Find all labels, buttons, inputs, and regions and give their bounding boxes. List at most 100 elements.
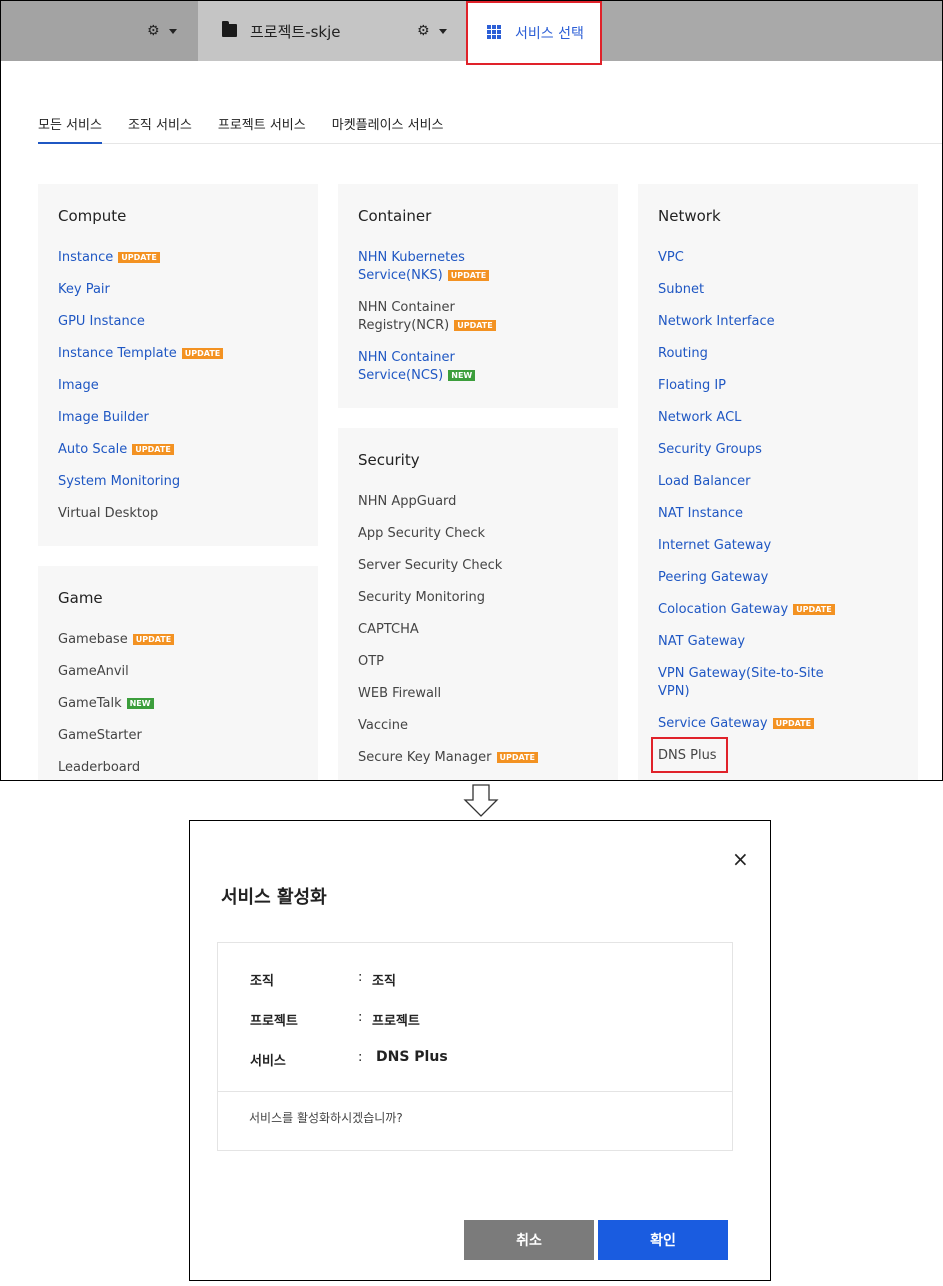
service-link[interactable]: Subnet: [658, 281, 704, 299]
divider: [218, 1091, 732, 1092]
service-link[interactable]: Auto Scale UPDATE: [58, 441, 174, 459]
new-badge: NEW: [448, 370, 476, 381]
update-badge: UPDATE: [132, 444, 174, 455]
top-navigation-bar: ⚙ 프로젝트-skje ⚙ 서비스 선택: [1, 1, 942, 65]
dns-plus-highlight: [651, 737, 728, 773]
card-title: Container: [358, 207, 432, 225]
service-link[interactable]: GameTalk NEW: [58, 695, 154, 713]
service-link[interactable]: Service Gateway UPDATE: [658, 715, 815, 733]
service-link[interactable]: NHN AppGuard: [358, 493, 456, 511]
cancel-button[interactable]: 취소: [464, 1220, 594, 1260]
service-link[interactable]: VPC: [658, 249, 684, 267]
service-link[interactable]: Peering Gateway: [658, 569, 768, 587]
card-title: Network: [658, 207, 721, 225]
service-link[interactable]: VPN Gateway(Site-to-Site VPN): [658, 665, 824, 701]
update-badge: UPDATE: [181, 348, 224, 359]
org-label: 조직: [250, 974, 274, 989]
card-title: Security: [358, 451, 420, 469]
org-settings-dropdown[interactable]: ⚙: [147, 22, 177, 40]
caret-down-icon: [168, 28, 177, 34]
new-badge: NEW: [126, 698, 154, 709]
service-link[interactable]: Floating IP: [658, 377, 726, 395]
service-link[interactable]: Vaccine: [358, 717, 408, 735]
service-link[interactable]: Security Monitoring: [358, 589, 485, 607]
update-badge: UPDATE: [447, 270, 490, 281]
update-badge: UPDATE: [118, 252, 160, 263]
activate-service-dialog: × 서비스 활성화 조직 : 조직 프로젝트 : 프로젝트 서비스 : DNS …: [189, 820, 771, 1281]
project-settings-dropdown[interactable]: ⚙: [417, 22, 447, 40]
close-icon[interactable]: ×: [732, 849, 749, 869]
service-link[interactable]: System Monitoring: [58, 473, 180, 491]
service-link[interactable]: Network Interface: [658, 313, 775, 331]
service-link[interactable]: Secure Key Manager UPDATE: [358, 749, 539, 767]
project-label: 프로젝트: [250, 1014, 298, 1029]
service-select-label: 서비스 선택: [515, 26, 584, 42]
service-link[interactable]: Load Balancer: [658, 473, 751, 491]
service-link[interactable]: Key Pair: [58, 281, 110, 299]
project-name: 프로젝트-skje: [250, 23, 341, 41]
project-value: 프로젝트: [372, 1014, 420, 1029]
service-link[interactable]: GameStarter: [58, 727, 142, 745]
colon: :: [358, 1010, 363, 1025]
service-link[interactable]: Server Security Check: [358, 557, 502, 575]
service-link[interactable]: Security Groups: [658, 441, 762, 459]
compute-card: Compute Instance UPDATE Key Pair GPU Inst…: [38, 184, 318, 546]
service-label: 서비스: [250, 1054, 286, 1069]
colon: :: [358, 970, 363, 985]
update-badge: UPDATE: [496, 752, 539, 763]
service-link[interactable]: Image Builder: [58, 409, 149, 427]
service-link[interactable]: Network ACL: [658, 409, 741, 427]
service-link[interactable]: Gamebase UPDATE: [58, 631, 175, 649]
gear-icon: ⚙: [147, 23, 160, 39]
service-link[interactable]: NHN Container Service(NCS) NEW: [358, 349, 476, 385]
service-select-tab[interactable]: 서비스 선택: [466, 1, 602, 65]
service-link[interactable]: Instance Template UPDATE: [58, 345, 224, 363]
service-link[interactable]: WEB Firewall: [358, 685, 441, 703]
org-value: 조직: [372, 974, 396, 989]
service-link[interactable]: GameAnvil: [58, 663, 129, 681]
security-card: Security NHN AppGuard App Security Check…: [338, 428, 618, 780]
down-arrow-icon: [463, 784, 499, 817]
service-link[interactable]: NHN Kubernetes Service(NKS) UPDATE: [358, 249, 490, 285]
service-value: DNS Plus: [376, 1049, 448, 1065]
update-badge: UPDATE: [132, 634, 175, 645]
service-link[interactable]: OTP: [358, 653, 384, 671]
card-title: Game: [58, 589, 103, 607]
gear-icon: ⚙: [417, 23, 430, 39]
service-link[interactable]: CAPTCHA: [358, 621, 419, 639]
update-badge: UPDATE: [454, 320, 496, 331]
container-card: Container NHN Kubernetes Service(NKS) UPD…: [338, 184, 618, 408]
service-link[interactable]: Leaderboard: [58, 759, 140, 777]
caret-down-icon: [438, 28, 447, 34]
service-link[interactable]: GPU Instance: [58, 313, 145, 331]
project-segment[interactable]: 프로젝트-skje ⚙: [198, 1, 466, 61]
confirm-question: 서비스를 활성화하시겠습니까?: [249, 1111, 403, 1125]
tab-project-services[interactable]: 프로젝트 서비스: [218, 111, 306, 144]
game-card: Game Gamebase UPDATE GameAnvil GameTalk NE…: [38, 566, 318, 780]
grid-icon: [487, 25, 501, 39]
service-link[interactable]: NAT Instance: [658, 505, 743, 523]
tab-all-services[interactable]: 모든 서비스: [38, 111, 102, 144]
service-link[interactable]: Internet Gateway: [658, 537, 771, 555]
folder-icon: [222, 21, 237, 37]
service-link[interactable]: NAT Gateway: [658, 633, 745, 651]
service-link[interactable]: Virtual Desktop: [58, 505, 158, 523]
service-link[interactable]: App Security Check: [358, 525, 485, 543]
tab-marketplace-services[interactable]: 마켓플레이스 서비스: [332, 111, 444, 144]
service-link[interactable]: Image: [58, 377, 99, 395]
confirm-button[interactable]: 확인: [598, 1220, 728, 1260]
update-badge: UPDATE: [772, 718, 815, 729]
colon: :: [358, 1050, 363, 1065]
tab-org-services[interactable]: 조직 서비스: [128, 111, 192, 144]
service-selection-screen: ⚙ 프로젝트-skje ⚙ 서비스 선택 모든 서비스 조직 서비스 프로젝트 …: [0, 0, 943, 781]
organization-segment[interactable]: ⚙: [1, 1, 198, 61]
dialog-title: 서비스 활성화: [221, 887, 327, 908]
service-link[interactable]: Instance UPDATE: [58, 249, 160, 267]
service-link[interactable]: Routing: [658, 345, 708, 363]
service-link[interactable]: NHN Container Registry(NCR) UPDATE: [358, 299, 496, 335]
card-title: Compute: [58, 207, 127, 225]
network-card: Network VPC Subnet Network Interface Rou…: [638, 184, 918, 780]
service-link[interactable]: Colocation Gateway UPDATE: [658, 601, 835, 619]
update-badge: UPDATE: [793, 604, 835, 615]
service-tabs: 모든 서비스 조직 서비스 프로젝트 서비스 마켓플레이스 서비스: [38, 111, 942, 144]
